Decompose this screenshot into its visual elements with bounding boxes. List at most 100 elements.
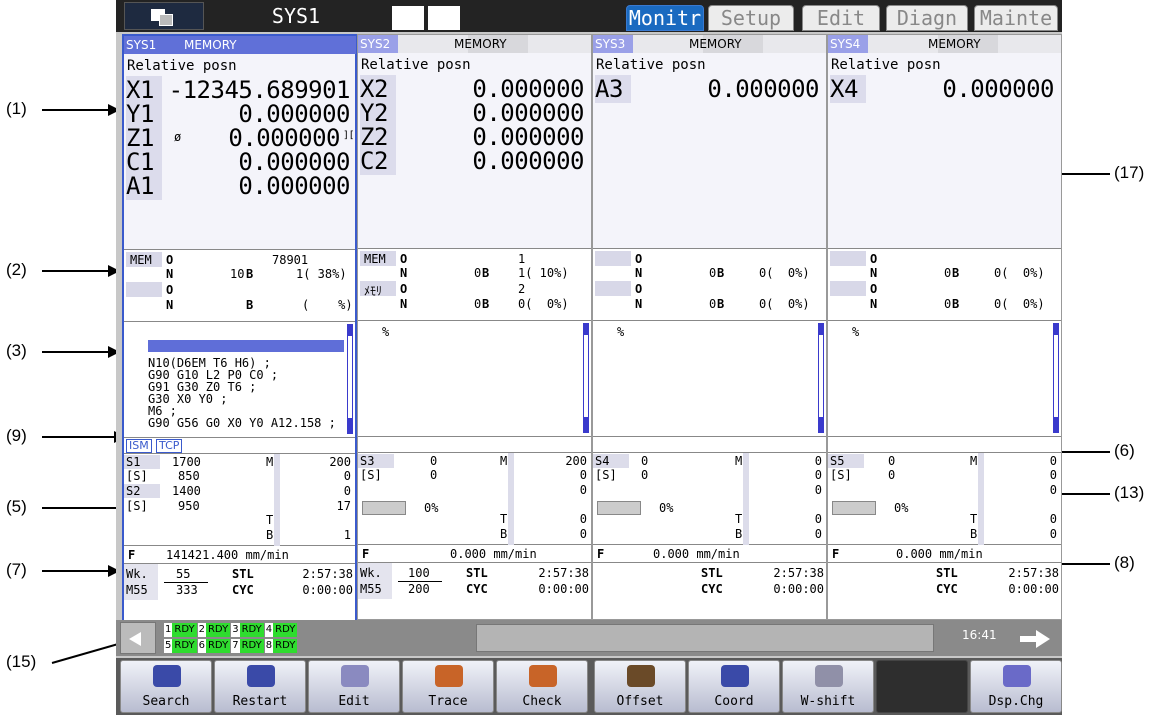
callout-17: (17) [1114, 163, 1145, 182]
manual-figure: (1) (2) (3) (9) (5) (7) (15) (17) (6) (1… [0, 0, 1168, 715]
panel-header: SYS4 MEMORY [828, 35, 1061, 53]
leader-2 [42, 265, 120, 277]
axis-display: Relative posn A3 0.000000 [593, 53, 826, 249]
top-bar: SYS1 Monitr Setup Edit Diagn Mainte [116, 0, 1062, 32]
axis-row: C2 0.000000 [360, 147, 584, 175]
system-switch-icon[interactable] [124, 2, 204, 30]
axis-row: Z2 0.000000 [360, 123, 584, 151]
axis-row: Y1 0.000000 [126, 100, 350, 128]
feed-info: F 141421.400 mm/min [124, 546, 355, 564]
tab-edit[interactable]: Edit [802, 5, 880, 31]
system-panel-1[interactable]: SYS1 MEMORY Relative posn X1 -12345.68990… [122, 34, 357, 620]
tab-setup[interactable]: Setup [708, 5, 794, 31]
listing-scrollbar[interactable] [347, 324, 353, 434]
status-strip: 1 RDY 2 RDY 3 RDY 4 RDY 5 RDY 6 RDY 7 RDY 8 RDY 16:41 [116, 620, 1062, 656]
program-info: MEM O 1 N 0 B 1( 10%) ﾒﾓﾘ O 2 N 0 B 0( 0… [358, 249, 591, 321]
position-title: Relative posn [127, 58, 237, 74]
wshift-icon [815, 665, 843, 687]
ready-indicators-row-2: 5 RDY 6 RDY 7 RDY 8 RDY [164, 639, 298, 653]
position-title: Relative posn [361, 57, 471, 73]
display-change-button[interactable]: Dsp.Chg [970, 660, 1062, 713]
trace-button[interactable]: Trace [402, 660, 494, 713]
edit-button[interactable]: Edit [308, 660, 400, 713]
restart-icon [247, 665, 275, 687]
search-button[interactable]: Search [120, 660, 212, 713]
time-info: Wk. M55 55 333 STL 2:57:38 CYC 0:00:00 [124, 564, 355, 620]
offset-button[interactable]: Offset [594, 660, 686, 713]
callout-2: (2) [6, 260, 27, 279]
axis-display: Relative posn X2 0.000000 Y2 0.000000 Z2 0.… [358, 53, 591, 249]
cnc-screen: SYS1 Monitr Setup Edit Diagn Mainte SYS1… [116, 0, 1062, 715]
callout-6: (6) [1114, 441, 1135, 460]
axis-row: A3 0.000000 [595, 75, 819, 103]
spindle-load-bar [832, 501, 876, 515]
leader-3 [42, 346, 120, 358]
axis-row: X4 0.000000 [830, 75, 1054, 103]
restart-button[interactable]: Restart [214, 660, 306, 713]
coord-icon [721, 665, 749, 687]
program-listing[interactable]: % [358, 321, 591, 437]
spindle-info: S1 1700 [S] 850 S2 1400 [S] 950 M 200 0 … [124, 454, 355, 546]
tab-maintenance[interactable]: Mainte [974, 5, 1058, 31]
program-info: O N 0 B 0( 0%) O N 0 B 0( 0%) [828, 249, 1061, 321]
empty-function-key[interactable] [876, 660, 968, 713]
w-shift-button[interactable]: W-shift [782, 660, 874, 713]
check-button[interactable]: Check [496, 660, 588, 713]
axis-row: Y2 0.000000 [360, 99, 584, 127]
system-name: SYS1 [271, 4, 321, 28]
leader-9 [42, 431, 126, 443]
axis-row: X2 0.000000 [360, 75, 584, 103]
position-title: Relative posn [596, 57, 706, 73]
back-arrow-icon[interactable] [120, 622, 156, 654]
listing-scrollbar[interactable] [583, 323, 589, 433]
coord-button[interactable]: Coord [688, 660, 780, 713]
axis-row: Z1 ø 0.000000][ [126, 124, 355, 152]
spindle-info: S4 0 [S] 0 0% M 0 0 0 T 0 B 0 [593, 453, 826, 545]
callout-8: (8) [1114, 553, 1135, 572]
spindle-load-bar [362, 501, 406, 515]
clock: 16:41 [962, 628, 997, 642]
program-listing[interactable]: % [828, 321, 1061, 437]
mode-tags [828, 437, 1061, 453]
tcp-badge: TCP [156, 439, 183, 453]
program-listing[interactable]: % [593, 321, 826, 437]
callout-15: (15) [6, 652, 37, 671]
display-change-icon [1003, 665, 1031, 687]
listing-scrollbar[interactable] [818, 323, 824, 433]
function-key-bar: Search Restart Edit Trace Check Offset C… [116, 658, 1062, 715]
panel-header: SYS3 MEMORY [593, 35, 826, 53]
panel-header: SYS1 MEMORY [124, 36, 356, 54]
mode-tags [358, 437, 591, 453]
feed-info: F 0.000 mm/min [828, 545, 1061, 563]
listing-scrollbar[interactable] [1053, 323, 1059, 433]
forward-arrow-icon[interactable] [1012, 622, 1056, 654]
feed-info: F 0.000 mm/min [593, 545, 826, 563]
callout-3: (3) [6, 341, 27, 360]
time-info: Wk. M55 100 200 STL 2:57:38 CYC 0:00:00 [358, 563, 591, 619]
tab-diagnosis[interactable]: Diagn [886, 5, 968, 31]
system-panel-4[interactable]: SYS4 MEMORY Relative posn X4 0.000000 O N… [827, 34, 1062, 620]
current-block-highlight [148, 340, 344, 352]
program-listing[interactable]: N10(D6EM T6 H6) ; G90 G10 L2 P0 C0 ; G91… [124, 322, 355, 438]
status-box-2 [428, 6, 460, 30]
system-panel-3[interactable]: SYS3 MEMORY Relative posn A3 0.000000 O N… [592, 34, 827, 620]
callout-7: (7) [6, 560, 27, 579]
edit-icon [341, 665, 369, 687]
callout-5: (5) [6, 497, 27, 516]
system-panel-2[interactable]: SYS2 MEMORY Relative posn X2 0.000000 Y2 0… [357, 34, 592, 620]
axis-display: Relative posn X4 0.000000 [828, 53, 1061, 249]
message-area [476, 624, 934, 652]
mode-tags [593, 437, 826, 453]
leader-1 [42, 104, 120, 116]
ism-badge: ISM [126, 439, 152, 453]
trace-icon [435, 665, 463, 687]
axis-row: X1 -12345.689901 [126, 76, 351, 104]
check-icon [529, 665, 557, 687]
axis-row: A1 0.000000 [126, 172, 350, 200]
program-info: O N 0 B 0( 0%) O N 0 B 0( 0%) [593, 249, 826, 321]
tab-monitor[interactable]: Monitr [626, 5, 704, 31]
mode-tags: ISM TCP [124, 438, 355, 454]
time-info: STL 2:57:38 CYC 0:00:00 [828, 563, 1061, 619]
spindle-info: S3 0 [S] 0 0% M 200 0 0 T 0 B 0 [358, 453, 591, 545]
panel-header: SYS2 MEMORY [358, 35, 591, 53]
